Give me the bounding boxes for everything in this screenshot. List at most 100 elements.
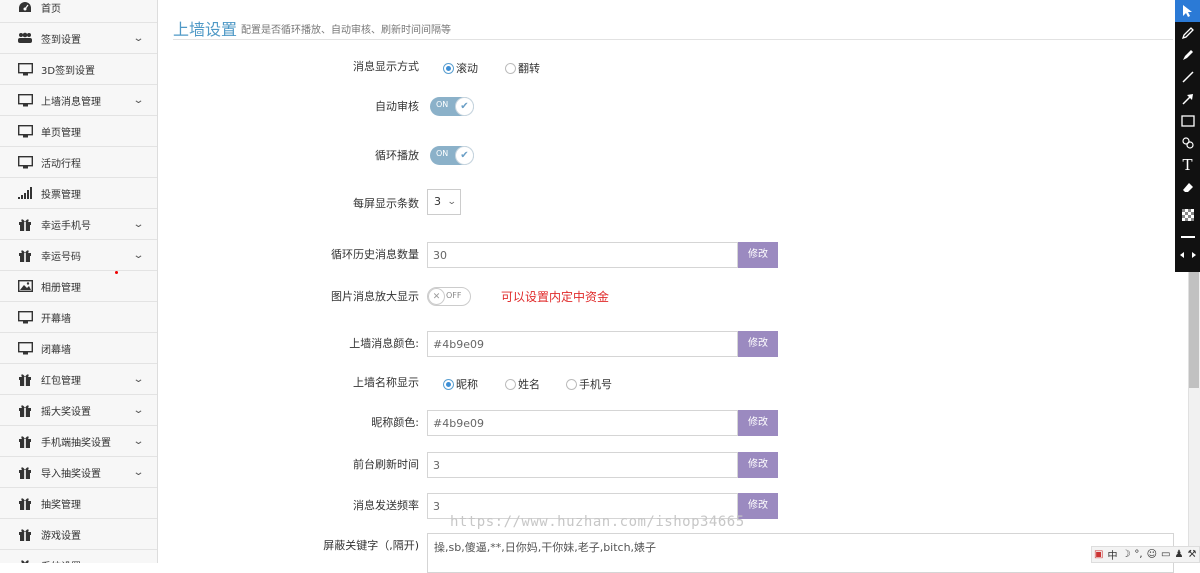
sidebar-item-10[interactable]: 开幕墙 bbox=[0, 302, 157, 333]
chevron-down-icon: ⌄ bbox=[132, 466, 145, 478]
radio-unchecked-icon bbox=[505, 62, 516, 74]
auto-review-label: 自动审核 bbox=[375, 100, 419, 113]
sidebar-item-6[interactable]: 投票管理 bbox=[0, 178, 157, 209]
sidebar-item-label: 红包管理 bbox=[41, 375, 81, 387]
refresh-time-input[interactable] bbox=[427, 452, 738, 478]
sidebar-item-16[interactable]: 抽奖管理 bbox=[0, 488, 157, 519]
sidebar-item-label: 幸运手机号 bbox=[41, 220, 91, 232]
dashboard-icon bbox=[17, 0, 33, 14]
msg-color-save-button[interactable]: 修改 bbox=[738, 331, 778, 357]
radio-checked-icon bbox=[443, 62, 454, 74]
loop-play-label: 循环播放 bbox=[375, 149, 419, 162]
sidebar-item-4[interactable]: 单页管理 bbox=[0, 116, 157, 147]
auto-review-toggle[interactable]: ON ✔ bbox=[430, 97, 474, 116]
refresh-time-label: 前台刷新时间 bbox=[353, 458, 419, 471]
ime-language[interactable]: 中 bbox=[1107, 547, 1117, 562]
msg-color-label: 上墙消息颜色: bbox=[349, 337, 419, 350]
shapes-icon[interactable] bbox=[1175, 132, 1200, 154]
sidebar-item-label: 开幕墙 bbox=[41, 313, 71, 325]
gift-icon bbox=[17, 465, 33, 479]
sidebar-item-17[interactable]: 游戏设置 bbox=[0, 519, 157, 550]
text-icon[interactable]: T bbox=[1175, 154, 1200, 176]
marker-icon[interactable] bbox=[1175, 44, 1200, 66]
scrollbar-thumb[interactable] bbox=[1189, 268, 1199, 388]
chevron-down-icon: ⌄ bbox=[447, 197, 458, 207]
sidebar-item-label: 首页 bbox=[41, 3, 61, 15]
eraser-icon[interactable] bbox=[1175, 176, 1200, 198]
chevron-down-icon: ⌄ bbox=[132, 404, 145, 416]
sidebar-item-11[interactable]: 闭幕墙 bbox=[0, 333, 157, 364]
history-count-row: 循环历史消息数量 修改 bbox=[157, 242, 1175, 268]
expand-arrows-icon[interactable] bbox=[1175, 248, 1200, 262]
sidebar-item-label: 投票管理 bbox=[41, 189, 81, 201]
per-screen-select[interactable]: 3 ⌄ bbox=[427, 189, 461, 215]
wrench-icon[interactable]: ⚒ bbox=[1187, 549, 1196, 560]
history-count-save-button[interactable]: 修改 bbox=[738, 242, 778, 268]
gift-icon bbox=[17, 403, 33, 417]
sidebar-item-14[interactable]: 手机端抽奖设置 ⌄ bbox=[0, 426, 157, 457]
checkerboard-icon[interactable] bbox=[1175, 204, 1200, 226]
line-icon[interactable] bbox=[1175, 66, 1200, 88]
sidebar-item-8[interactable]: 幸运号码 ⌄ bbox=[0, 240, 157, 271]
sidebar-item-0[interactable]: 首页 bbox=[0, 0, 157, 23]
loop-play-toggle[interactable]: ON ✔ bbox=[430, 146, 474, 165]
display-mode-scroll-radio[interactable]: 滚动 bbox=[443, 60, 478, 76]
image-zoom-toggle[interactable]: ✕ OFF bbox=[427, 287, 471, 306]
chevron-down-icon: ⌄ bbox=[132, 435, 145, 447]
block-keywords-label: 屏蔽关键字（,隔开) bbox=[323, 539, 419, 552]
msg-color-input[interactable] bbox=[427, 331, 738, 357]
display-mode-flip-radio[interactable]: 翻转 bbox=[505, 60, 540, 76]
arrow-icon[interactable] bbox=[1175, 88, 1200, 110]
gift-icon bbox=[17, 558, 33, 563]
nick-color-row: 昵称颜色: 修改 bbox=[157, 410, 1175, 436]
radio-checked-icon bbox=[443, 378, 454, 390]
keyboard-icon[interactable]: ▣ bbox=[1094, 549, 1103, 560]
name-display-nickname-radio[interactable]: 昵称 bbox=[443, 376, 478, 392]
sidebar-item-label: 闭幕墙 bbox=[41, 344, 71, 356]
page-title: 上墙设置 bbox=[173, 20, 238, 39]
refresh-time-save-button[interactable]: 修改 bbox=[738, 452, 778, 478]
line-width-icon[interactable] bbox=[1175, 226, 1200, 248]
punct-icon[interactable]: °, bbox=[1134, 549, 1142, 560]
pencil-icon[interactable] bbox=[1175, 22, 1200, 44]
sidebar-item-label: 抽奖管理 bbox=[41, 499, 81, 511]
red-dot bbox=[115, 271, 118, 274]
nick-color-input[interactable] bbox=[427, 410, 738, 436]
moon-icon[interactable]: ☽ bbox=[1121, 549, 1130, 560]
cursor-icon[interactable] bbox=[1175, 0, 1200, 22]
sidebar-item-2[interactable]: 3D签到设置 bbox=[0, 54, 157, 85]
softkeyboard-icon[interactable]: ▭ bbox=[1161, 549, 1170, 560]
monitor-icon bbox=[17, 93, 33, 107]
sidebar-item-5[interactable]: 活动行程 bbox=[0, 147, 157, 178]
sidebar-item-label: 单页管理 bbox=[41, 127, 81, 139]
user-icon[interactable]: ♟ bbox=[1175, 549, 1184, 560]
emoji-icon[interactable]: ☺ bbox=[1147, 549, 1157, 560]
monitor-icon bbox=[17, 155, 33, 169]
sidebar-item-13[interactable]: 摇大奖设置 ⌄ bbox=[0, 395, 157, 426]
sidebar-item-label: 上墙消息管理 bbox=[41, 96, 101, 108]
rectangle-icon[interactable] bbox=[1175, 110, 1200, 132]
name-display-phone-radio[interactable]: 手机号 bbox=[566, 376, 612, 392]
main-content: 上墙设置 配置是否循环播放、自动审核、刷新时间间隔等 消息显示方式 滚动 翻转 … bbox=[157, 0, 1175, 573]
history-count-label: 循环历史消息数量 bbox=[331, 248, 419, 261]
display-mode-label: 消息显示方式 bbox=[353, 60, 419, 73]
sidebar-item-12[interactable]: 红包管理 ⌄ bbox=[0, 364, 157, 395]
nick-color-label: 昵称颜色: bbox=[371, 416, 419, 429]
sidebar-item-18[interactable]: 系统设置⌄ bbox=[0, 550, 157, 563]
block-keywords-textarea[interactable]: 操,sb,傻逼,**,日你妈,干你妹,老子,bitch,婊子 bbox=[427, 533, 1174, 573]
sidebar-item-15[interactable]: 导入抽奖设置 ⌄ bbox=[0, 457, 157, 488]
display-mode-row: 消息显示方式 滚动 翻转 bbox=[157, 54, 1175, 80]
image-zoom-label: 图片消息放大显示 bbox=[331, 290, 419, 303]
watermark: https://www.huzhan.com/ishop34665 bbox=[450, 514, 745, 530]
name-display-realname-radio[interactable]: 姓名 bbox=[505, 376, 540, 392]
sidebar-item-1[interactable]: 签到设置 ⌄ bbox=[0, 23, 157, 54]
annotation-toolbar: T bbox=[1175, 0, 1200, 272]
nick-color-save-button[interactable]: 修改 bbox=[738, 410, 778, 436]
sidebar-item-9[interactable]: 相册管理 bbox=[0, 271, 157, 302]
x-icon: ✕ bbox=[428, 288, 445, 305]
history-count-input[interactable] bbox=[427, 242, 738, 268]
sidebar-item-7[interactable]: 幸运手机号 ⌄ bbox=[0, 209, 157, 240]
sidebar-item-label: 系统设置 bbox=[41, 558, 135, 564]
ime-bar: ▣ 中 ☽ °, ☺ ▭ ♟ ⚒ bbox=[1091, 546, 1200, 563]
sidebar-item-3[interactable]: 上墙消息管理 ⌄ bbox=[0, 85, 157, 116]
